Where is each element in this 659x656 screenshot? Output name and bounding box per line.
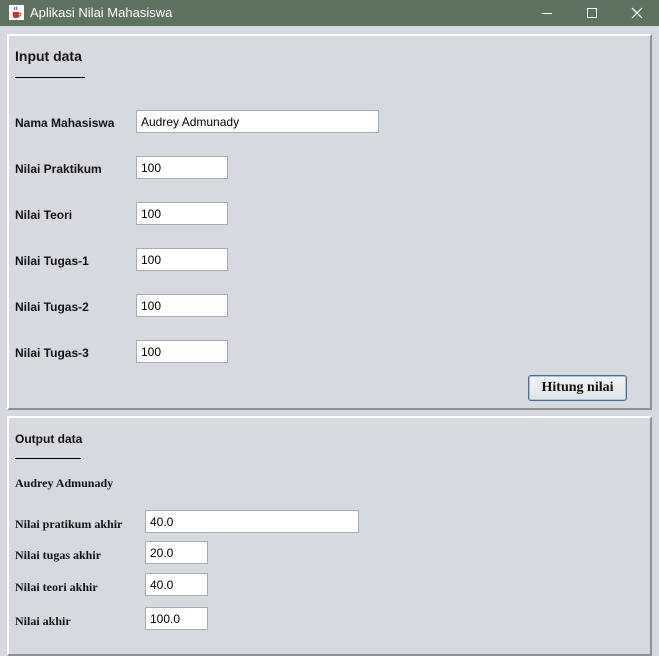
close-icon [631,7,643,19]
nilai-tugas-2-label: Nilai Tugas-2 [15,300,89,314]
close-button[interactable] [614,0,659,26]
nilai-tugas-3-input[interactable]: 100 [136,340,228,363]
maximize-button[interactable] [569,0,615,26]
nilai-teori-akhir-label: Nilai teori akhir [15,580,98,594]
nilai-pratikum-akhir-value[interactable]: 40.0 [145,510,359,533]
input-heading-underline [15,77,85,78]
window-title: Aplikasi Nilai Mahasiswa [30,5,173,20]
nilai-tugas-1-input[interactable]: 100 [136,248,228,271]
nilai-tugas-3-label: Nilai Tugas-3 [15,346,89,360]
nilai-tugas-akhir-label: Nilai tugas akhir [15,548,102,562]
nilai-tugas-1-label: Nilai Tugas-1 [15,254,89,268]
maximize-icon [587,8,597,18]
java-cup-icon [9,5,24,20]
minimize-button[interactable] [524,0,570,26]
nilai-pratikum-akhir-label: Nilai pratikum akhir [15,517,123,531]
output-heading: Output data [15,432,83,446]
nilai-praktikum-label: Nilai Praktikum [15,162,102,176]
input-panel: Input data Nama Mahasiswa Audrey Admunad… [7,34,652,410]
nilai-akhir-value[interactable]: 100.0 [145,607,208,630]
nilai-praktikum-input[interactable]: 100 [136,156,228,179]
content-frame: Input data Nama Mahasiswa Audrey Admunad… [0,26,659,656]
nilai-teori-label: Nilai Teori [15,208,73,222]
output-heading-underline [15,458,81,459]
input-heading: Input data [15,48,82,64]
minimize-icon [542,13,552,14]
nilai-tugas-2-input[interactable]: 100 [136,294,228,317]
nilai-teori-akhir-value[interactable]: 40.0 [145,573,208,596]
title-bar[interactable]: Aplikasi Nilai Mahasiswa [0,0,659,26]
hitung-nilai-button[interactable]: Hitung nilai [528,375,627,401]
nilai-teori-input[interactable]: 100 [136,202,228,225]
nilai-akhir-label: Nilai akhir [15,614,71,628]
nama-mahasiswa-label: Nama Mahasiswa [15,116,115,130]
nilai-tugas-akhir-value[interactable]: 20.0 [145,541,208,564]
nama-mahasiswa-input[interactable]: Audrey Admunady [136,110,379,133]
output-panel: Output data Audrey Admunady Nilai pratik… [7,416,652,656]
student-name-result: Audrey Admunady [15,476,114,490]
